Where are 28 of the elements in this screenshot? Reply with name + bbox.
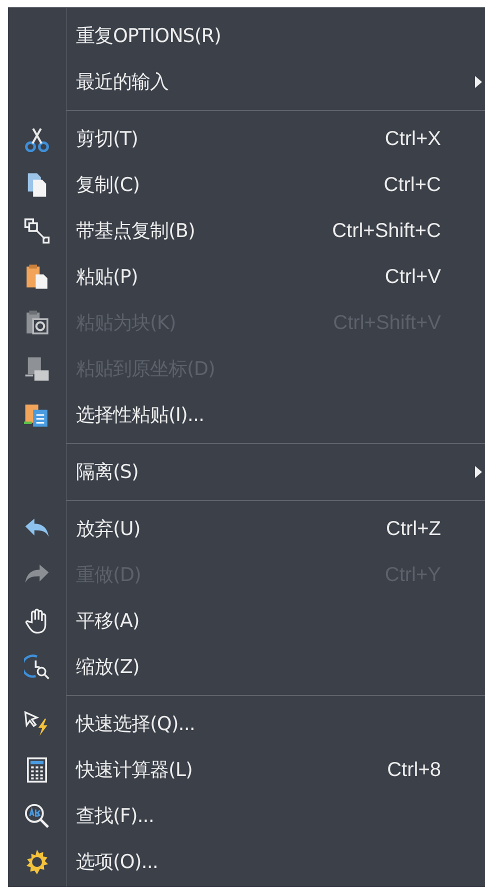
menu-item[interactable]: 缩放(Z) (8, 644, 485, 690)
calculator-icon (24, 757, 50, 783)
menu-item[interactable]: 带基点复制(B) Ctrl+Shift+C (8, 208, 485, 254)
copy-with-base-point-icon (24, 218, 50, 244)
menu-item[interactable]: 剪切(T) Ctrl+X (8, 116, 485, 162)
find-magnifier-icon (24, 803, 50, 829)
shortcut-label: Ctrl+Z (386, 518, 441, 540)
scissors-icon (24, 126, 50, 152)
menu-item[interactable]: 快速选择(Q)... (8, 701, 485, 747)
menu-item[interactable]: 隔离(S) (8, 449, 485, 495)
menu-item[interactable]: 最近的输入 (8, 59, 485, 105)
shortcut-label: Ctrl+Shift+C (332, 220, 441, 242)
menu-item[interactable]: 重复OPTIONS(R) (8, 13, 485, 59)
menu-item[interactable]: 快速计算器(L) Ctrl+8 (8, 747, 485, 793)
menu-item[interactable]: 放弃(U) Ctrl+Z (8, 506, 485, 552)
clock-magnifier-icon (24, 654, 50, 680)
menu-item[interactable]: 选择性粘贴(I)... (8, 392, 485, 438)
menu-item[interactable]: 查找(F)... (8, 793, 485, 839)
shortcut-label: Ctrl+V (384, 266, 441, 288)
shortcut-label: Ctrl+X (384, 128, 441, 150)
menu-item[interactable]: 粘贴(P) Ctrl+V (8, 254, 485, 300)
menu-item[interactable]: 平移(A) (8, 598, 485, 644)
gear-icon (24, 849, 50, 875)
shortcut-label: Ctrl+8 (387, 758, 441, 782)
cursor-lightning-icon (24, 711, 50, 737)
shortcut-label: Ctrl+C (384, 174, 441, 196)
menu-item[interactable]: 复制(C) Ctrl+C (8, 162, 485, 208)
menu-item[interactable]: 选项(O)... (8, 839, 485, 885)
